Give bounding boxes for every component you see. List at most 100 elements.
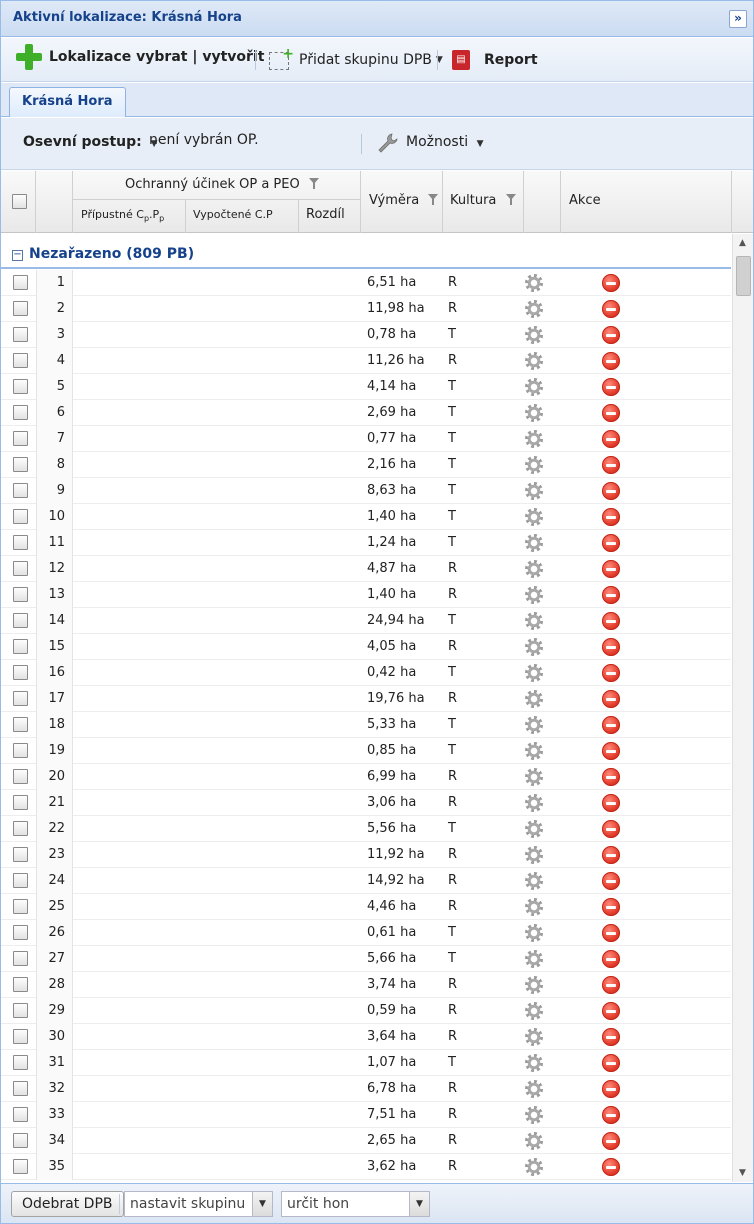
gear-icon[interactable] (525, 976, 543, 994)
table-row[interactable]: 4 11,26 ha R (1, 348, 731, 374)
header-computed[interactable]: Vypočtené C.P (186, 200, 299, 233)
remove-icon[interactable] (602, 508, 620, 526)
remove-icon[interactable] (602, 300, 620, 318)
table-row[interactable]: 9 8,63 ha T (1, 478, 731, 504)
row-checkbox[interactable] (13, 873, 28, 888)
gear-icon[interactable] (525, 430, 543, 448)
row-checkbox[interactable] (13, 353, 28, 368)
gear-icon[interactable] (525, 508, 543, 526)
gear-icon[interactable] (525, 1080, 543, 1098)
remove-icon[interactable] (602, 586, 620, 604)
gear-icon[interactable] (525, 846, 543, 864)
scroll-thumb[interactable] (736, 256, 751, 296)
remove-icon[interactable] (602, 924, 620, 942)
row-checkbox[interactable] (13, 977, 28, 992)
remove-icon[interactable] (602, 1002, 620, 1020)
gear-icon[interactable] (525, 404, 543, 422)
row-checkbox[interactable] (13, 561, 28, 576)
table-row[interactable]: 2 11,98 ha R (1, 296, 731, 322)
table-row[interactable]: 19 0,85 ha T (1, 738, 731, 764)
remove-icon[interactable] (602, 1054, 620, 1072)
gear-icon[interactable] (525, 456, 543, 474)
gear-icon[interactable] (525, 586, 543, 604)
select-all-checkbox[interactable] (12, 194, 27, 209)
group-row[interactable]: − Nezařazeno (809 PB) (1, 239, 731, 269)
gear-icon[interactable] (525, 664, 543, 682)
table-row[interactable]: 27 5,66 ha T (1, 946, 731, 972)
remove-icon[interactable] (602, 404, 620, 422)
table-row[interactable]: 28 3,74 ha R (1, 972, 731, 998)
row-checkbox[interactable] (13, 587, 28, 602)
row-checkbox[interactable] (13, 691, 28, 706)
row-checkbox[interactable] (13, 405, 28, 420)
set-group-combo[interactable]: nastavit skupinu ▼ (124, 1191, 273, 1217)
locate-button[interactable]: Lokalizace vybrat | vytvořit (15, 44, 264, 70)
table-row[interactable]: 12 4,87 ha R (1, 556, 731, 582)
remove-icon[interactable] (602, 768, 620, 786)
row-checkbox[interactable] (13, 1159, 28, 1174)
table-row[interactable]: 29 0,59 ha R (1, 998, 731, 1024)
collapse-icon[interactable]: » (729, 10, 747, 28)
table-row[interactable]: 10 1,40 ha T (1, 504, 731, 530)
remove-icon[interactable] (602, 274, 620, 292)
remove-icon[interactable] (602, 456, 620, 474)
table-row[interactable]: 14 24,94 ha T (1, 608, 731, 634)
remove-icon[interactable] (602, 612, 620, 630)
row-checkbox[interactable] (13, 847, 28, 862)
table-row[interactable]: 24 14,92 ha R (1, 868, 731, 894)
table-row[interactable]: 7 0,77 ha T (1, 426, 731, 452)
table-row[interactable]: 34 2,65 ha R (1, 1128, 731, 1154)
remove-icon[interactable] (602, 664, 620, 682)
table-row[interactable]: 32 6,78 ha R (1, 1076, 731, 1102)
row-checkbox[interactable] (13, 1081, 28, 1096)
tab-krasna-hora[interactable]: Krásná Hora (9, 87, 126, 117)
chevron-down-icon[interactable]: ▼ (409, 1192, 429, 1216)
table-row[interactable]: 33 7,51 ha R (1, 1102, 731, 1128)
table-row[interactable]: 3 0,78 ha T (1, 322, 731, 348)
gear-icon[interactable] (525, 950, 543, 968)
row-checkbox[interactable] (13, 1003, 28, 1018)
remove-icon[interactable] (602, 872, 620, 890)
header-allowed[interactable]: Přípustné Cp.Pp (73, 200, 186, 233)
table-row[interactable]: 15 4,05 ha R (1, 634, 731, 660)
remove-icon[interactable] (602, 352, 620, 370)
table-row[interactable]: 8 2,16 ha T (1, 452, 731, 478)
collapse-group-icon[interactable]: − (12, 250, 23, 261)
remove-icon[interactable] (602, 1132, 620, 1150)
table-row[interactable]: 21 3,06 ha R (1, 790, 731, 816)
scroll-down-icon[interactable]: ▼ (739, 1168, 746, 1178)
remove-icon[interactable] (602, 326, 620, 344)
gear-icon[interactable] (525, 768, 543, 786)
filter-icon[interactable] (428, 194, 439, 205)
gear-icon[interactable] (525, 300, 543, 318)
gear-icon[interactable] (525, 1132, 543, 1150)
gear-icon[interactable] (525, 534, 543, 552)
table-row[interactable]: 13 1,40 ha R (1, 582, 731, 608)
table-row[interactable]: 26 0,61 ha T (1, 920, 731, 946)
options-button[interactable]: Možnosti ▼ (406, 134, 483, 150)
table-row[interactable]: 30 3,64 ha R (1, 1024, 731, 1050)
remove-icon[interactable] (602, 898, 620, 916)
gear-icon[interactable] (525, 742, 543, 760)
row-checkbox[interactable] (13, 275, 28, 290)
gear-icon[interactable] (525, 1106, 543, 1124)
remove-icon[interactable] (602, 950, 620, 968)
header-effect-group[interactable]: Ochranný účinek OP a PEO (73, 171, 361, 200)
remove-icon[interactable] (602, 1080, 620, 1098)
row-checkbox[interactable] (13, 951, 28, 966)
header-area[interactable]: Výměra (361, 171, 443, 233)
row-checkbox[interactable] (13, 483, 28, 498)
remove-icon[interactable] (602, 716, 620, 734)
remove-icon[interactable] (602, 482, 620, 500)
chevron-down-icon[interactable]: ▼ (252, 1192, 272, 1216)
row-checkbox[interactable] (13, 613, 28, 628)
report-button[interactable]: ▤ Report (452, 49, 538, 71)
table-row[interactable]: 16 0,42 ha T (1, 660, 731, 686)
set-hon-combo[interactable]: určit hon ▼ (281, 1191, 430, 1217)
gear-icon[interactable] (525, 1028, 543, 1046)
gear-icon[interactable] (525, 1002, 543, 1020)
table-row[interactable]: 1 6,51 ha R (1, 270, 731, 296)
gear-icon[interactable] (525, 872, 543, 890)
table-row[interactable]: 11 1,24 ha T (1, 530, 731, 556)
row-checkbox[interactable] (13, 639, 28, 654)
